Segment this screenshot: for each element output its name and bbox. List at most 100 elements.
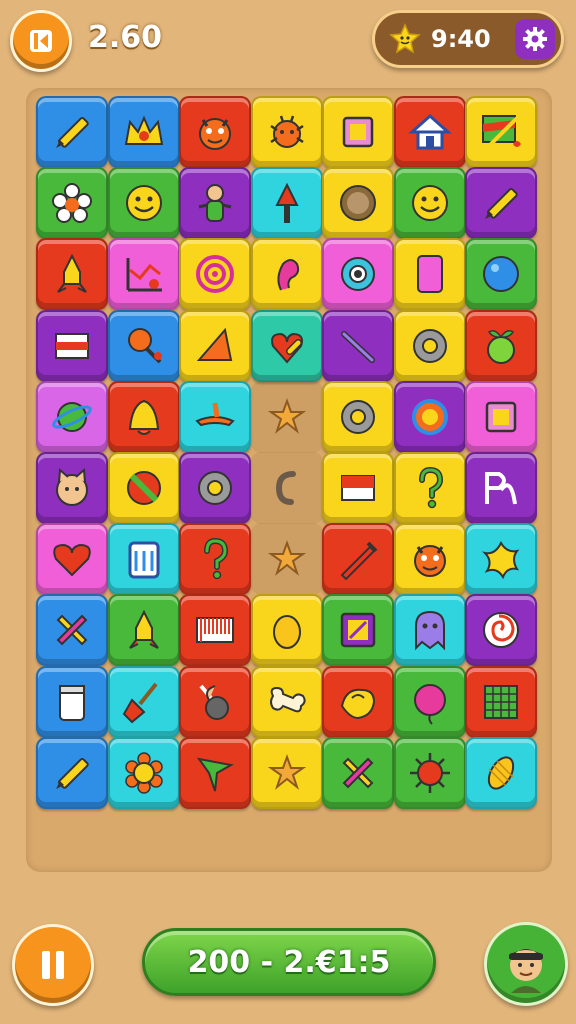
tile-green-rocket[interactable] xyxy=(107,594,180,667)
pause-button[interactable] xyxy=(12,924,94,1006)
tile-red-fruit[interactable] xyxy=(465,309,537,382)
sunflower-icon xyxy=(124,752,163,794)
tile-red-tree[interactable] xyxy=(179,736,251,809)
back-button[interactable] xyxy=(10,10,72,72)
tile-yellow-painting[interactable] xyxy=(465,96,537,168)
tile-purple-flag-stripe[interactable] xyxy=(36,309,108,382)
star-icon xyxy=(267,753,306,790)
tile-red-rocket[interactable] xyxy=(36,238,108,311)
tile-pink-chart[interactable] xyxy=(107,238,180,311)
tile-yellow-square[interactable] xyxy=(322,96,394,168)
tile-empty-hook[interactable] xyxy=(250,452,323,524)
tile-red-question[interactable] xyxy=(179,523,251,596)
status-text: 200 - 2.€1:5 xyxy=(187,944,391,980)
tile-cyan-arrow-up[interactable] xyxy=(250,167,323,240)
tile-red-pen[interactable] xyxy=(322,523,394,596)
tile-yellow-flag[interactable] xyxy=(322,452,394,524)
doll-icon xyxy=(198,184,232,223)
tile-teal-heart-key[interactable] xyxy=(250,309,323,382)
tile-pink-square[interactable] xyxy=(465,380,537,453)
ring-icon xyxy=(198,471,232,505)
back-arrow-icon xyxy=(30,30,52,52)
square-icon xyxy=(342,116,374,148)
tile-yellow-target[interactable] xyxy=(179,238,251,311)
rocket-icon xyxy=(128,610,159,650)
tile-cyan-lamp[interactable] xyxy=(179,380,251,453)
tile-cyan-corn[interactable] xyxy=(465,736,537,809)
tile-green-frame[interactable] xyxy=(322,594,394,667)
tile-yellow-monster[interactable] xyxy=(393,523,466,596)
status-bar[interactable]: 200 - 2.€1:5 xyxy=(142,928,436,996)
tile-yellow-ear[interactable] xyxy=(250,238,323,311)
tile-purple-doll[interactable] xyxy=(179,167,251,240)
tile-red-monster[interactable] xyxy=(179,96,251,168)
tile-red-bomb[interactable] xyxy=(179,665,251,738)
tile-yellow-ring[interactable] xyxy=(322,380,394,453)
house-icon xyxy=(407,113,452,150)
egg-icon xyxy=(272,615,301,650)
tile-blue-cup[interactable] xyxy=(36,665,108,738)
planet-icon xyxy=(52,401,92,432)
tile-red-barcode[interactable] xyxy=(179,594,251,667)
tile-yellow-cookie[interactable] xyxy=(322,167,394,240)
tile-green-smiley[interactable] xyxy=(107,167,180,240)
tile-purple-ring[interactable] xyxy=(179,452,251,524)
tile-pink-heart[interactable] xyxy=(36,523,108,596)
tile-green-cross[interactable] xyxy=(322,736,394,809)
tile-blue-crown-badge[interactable] xyxy=(107,96,180,168)
tile-empty-star[interactable] xyxy=(250,380,323,453)
timer-value: 9:40 xyxy=(431,25,491,53)
tile-green-smiley[interactable] xyxy=(393,167,466,240)
tile-empty-star[interactable] xyxy=(250,523,323,596)
bell-icon xyxy=(128,399,159,435)
tile-yellow-no-sign[interactable] xyxy=(107,452,180,524)
avatar-button[interactable] xyxy=(484,922,568,1006)
pencil-icon xyxy=(56,757,89,789)
tile-yellow-bone[interactable] xyxy=(250,665,323,738)
tile-red-grid[interactable] xyxy=(465,665,537,738)
lamp-icon xyxy=(195,402,235,426)
tile-yellow-question[interactable] xyxy=(393,452,466,524)
tile-cyan-splat[interactable] xyxy=(465,523,537,596)
tile-yellow-star[interactable] xyxy=(250,736,323,809)
tile-yellow-ring[interactable] xyxy=(393,309,466,382)
fruit-icon xyxy=(487,329,515,364)
settings-button[interactable] xyxy=(515,19,555,59)
tile-yellow-bug[interactable] xyxy=(250,96,323,168)
tile-cyan-broom[interactable] xyxy=(107,665,180,738)
tile-red-bird[interactable] xyxy=(322,665,394,738)
target-icon xyxy=(196,255,234,294)
tile-cyan-ghost[interactable] xyxy=(393,594,466,667)
tile-purple-cat[interactable] xyxy=(36,452,108,524)
tile-magenta-planet[interactable] xyxy=(36,380,108,453)
tile-green-virus[interactable] xyxy=(393,736,466,809)
tile-purple-spiral[interactable] xyxy=(465,594,537,667)
tile-purple-stick[interactable] xyxy=(322,309,394,382)
tile-yellow-phone[interactable] xyxy=(393,238,466,311)
tile-blue-pencil[interactable] xyxy=(36,736,108,809)
tile-cyan-sunflower[interactable] xyxy=(107,736,180,809)
tile-red-bell[interactable] xyxy=(107,380,180,453)
tile-yellow-cone[interactable] xyxy=(179,309,251,382)
tile-blue-pencil[interactable] xyxy=(36,96,108,168)
tile-purple-letter[interactable] xyxy=(465,452,537,524)
tile-green-flower[interactable] xyxy=(36,167,108,240)
tile-purple-circle[interactable] xyxy=(393,380,466,453)
eye-icon xyxy=(341,257,375,292)
pencil-icon xyxy=(56,116,89,148)
tile-red-house[interactable] xyxy=(393,96,466,168)
timer-panel: 9:40 xyxy=(372,10,564,68)
tile-purple-pencil[interactable] xyxy=(465,167,537,240)
tile-green-balloon[interactable] xyxy=(393,665,466,738)
ball-icon xyxy=(483,256,519,293)
tile-cyan-jar[interactable] xyxy=(107,523,180,596)
tile-pink-eye[interactable] xyxy=(322,238,394,311)
tile-blue-cross[interactable] xyxy=(36,594,108,667)
smiley-icon xyxy=(411,185,448,222)
tile-yellow-egg[interactable] xyxy=(250,594,323,667)
tile-blue-lollipop[interactable] xyxy=(107,309,180,382)
arrow-up-icon xyxy=(274,182,299,224)
tile-green-ball[interactable] xyxy=(465,238,537,311)
score-value: 2.60 xyxy=(88,20,163,55)
balloon-icon xyxy=(413,683,446,725)
